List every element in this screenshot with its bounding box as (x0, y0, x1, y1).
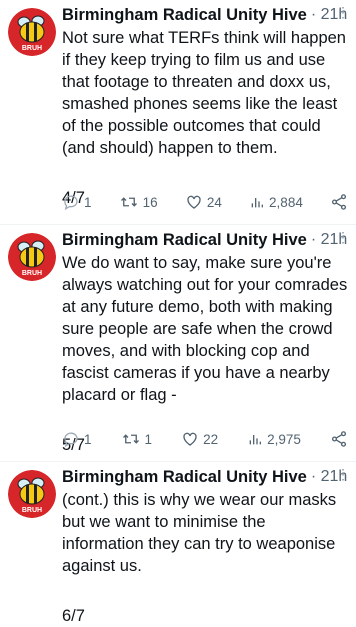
heart-icon (187, 195, 201, 209)
heart-icon (183, 432, 197, 446)
avatar-bee-icon[interactable]: BRUH (8, 8, 56, 56)
tweet[interactable]: BRUH Birmingham Radical Unity Hive · 21h… (0, 225, 356, 462)
avatar-bee-icon[interactable]: BRUH (8, 470, 56, 518)
views-button[interactable]: 2,975 (247, 431, 301, 447)
retweet-icon (122, 434, 139, 444)
like-button[interactable]: 24 (185, 193, 222, 211)
tweet-text: Not sure what TERFs think will happen if… (62, 29, 346, 157)
retweet-button[interactable]: 16 (119, 193, 158, 211)
author-name[interactable]: Birmingham Radical Unity Hive (62, 231, 307, 250)
retweet-button[interactable]: 1 (121, 430, 153, 448)
reply-button[interactable]: 1 (62, 430, 92, 448)
tweet[interactable]: BRUH Birmingham Radical Unity Hive · 21h… (0, 462, 356, 625)
share-icon (331, 194, 347, 210)
reply-count: 1 (84, 194, 92, 210)
avatar-label: BRUH (22, 270, 42, 277)
reply-icon (64, 432, 78, 448)
action-bar: 1 1 22 2,975 (62, 429, 348, 449)
tweet-text: We do want to say, make sure you're alwa… (62, 254, 348, 404)
view-count: 2,884 (269, 194, 303, 210)
views-icon (251, 198, 264, 208)
author-name[interactable]: Birmingham Radical Unity Hive (62, 468, 307, 487)
action-bar: 1 16 24 2,884 (62, 192, 348, 212)
more-options-icon[interactable]: ⋮ (336, 5, 350, 19)
retweet-count: 1 (144, 431, 153, 447)
like-count: 22 (203, 431, 219, 447)
retweet-count: 16 (142, 194, 158, 210)
thread-count: 6/7 (62, 607, 85, 625)
reply-button[interactable]: 1 (62, 193, 92, 211)
like-button[interactable]: 22 (181, 430, 218, 448)
avatar-bee-icon[interactable]: BRUH (8, 233, 56, 281)
views-icon (249, 435, 262, 445)
reply-count: 1 (84, 431, 92, 447)
tweet-text: (cont.) this is why we wear our masks bu… (62, 491, 337, 575)
share-button[interactable] (330, 193, 348, 211)
more-options-icon[interactable]: ⋮ (336, 467, 350, 481)
view-count: 2,975 (267, 431, 301, 447)
share-icon (331, 431, 347, 447)
tweet[interactable]: BRUH Birmingham Radical Unity Hive · 21h… (0, 0, 356, 225)
more-options-icon[interactable]: ⋮ (336, 230, 350, 244)
author-name[interactable]: Birmingham Radical Unity Hive (62, 6, 307, 25)
avatar-label: BRUH (22, 45, 42, 52)
like-count: 24 (206, 194, 222, 210)
avatar-label: BRUH (22, 507, 42, 514)
views-button[interactable]: 2,884 (249, 194, 303, 210)
retweet-icon (120, 197, 137, 207)
share-button[interactable] (330, 430, 348, 448)
reply-icon (64, 195, 78, 211)
